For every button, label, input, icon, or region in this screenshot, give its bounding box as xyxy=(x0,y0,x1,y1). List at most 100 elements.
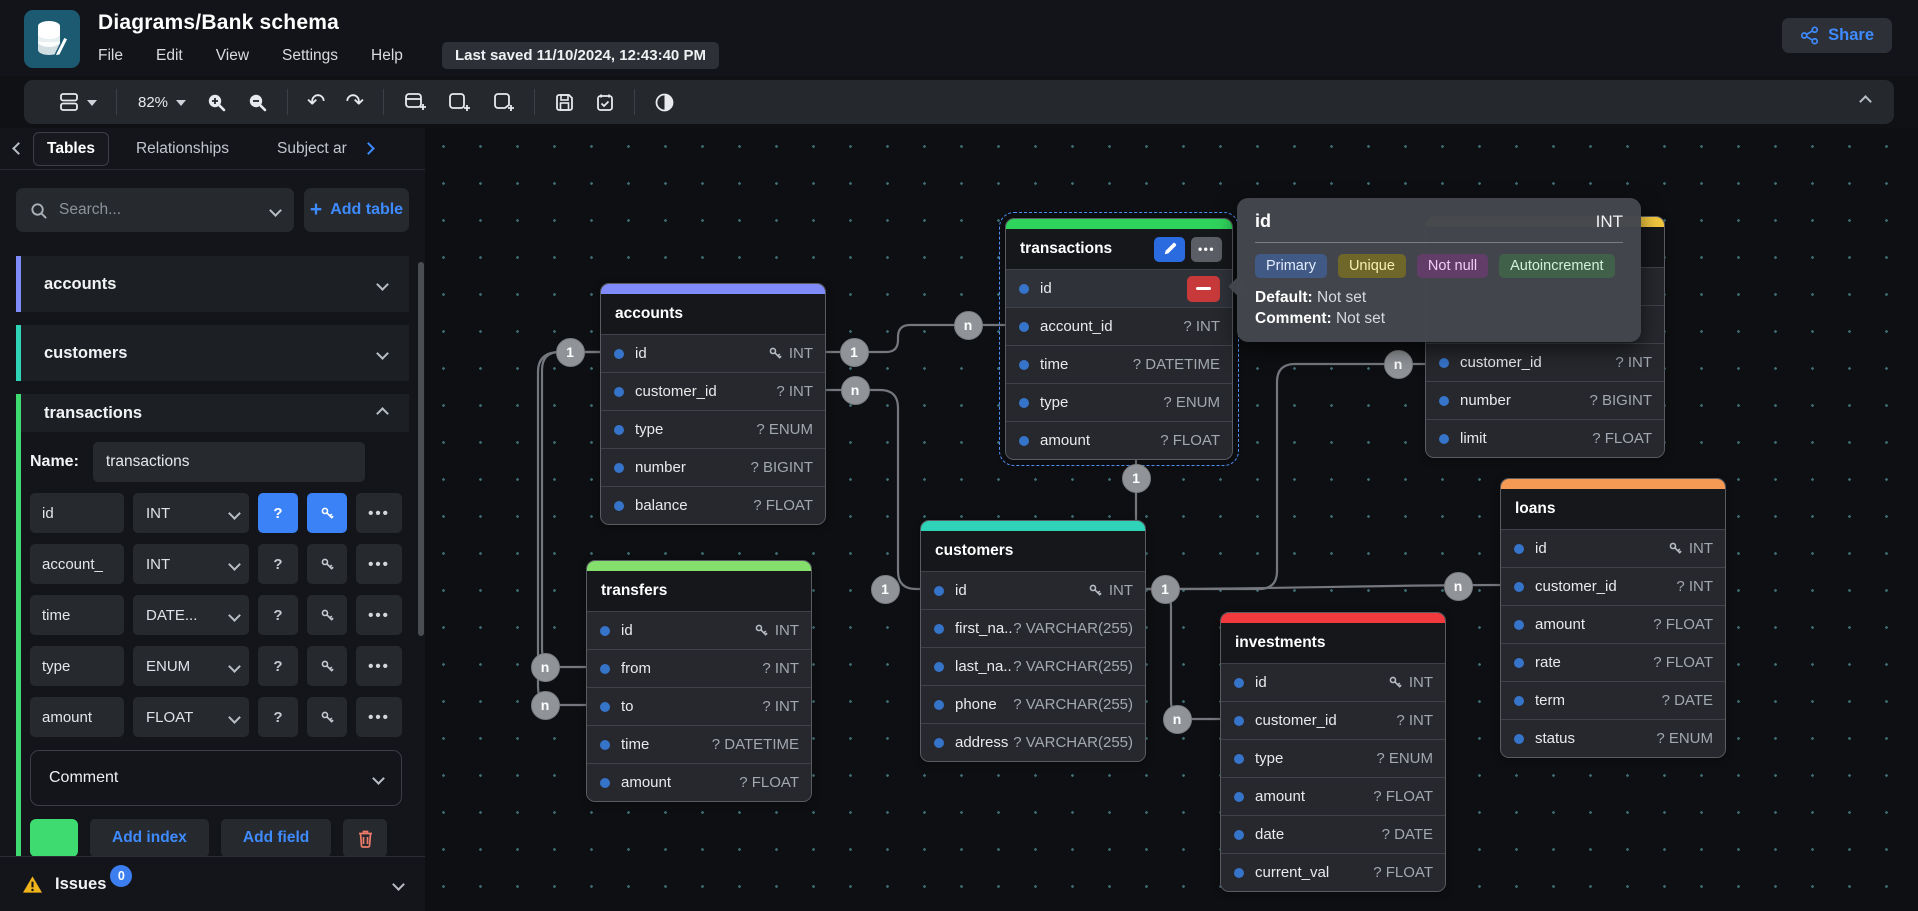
table-header[interactable]: customers xyxy=(921,531,1145,571)
toolbar-collapse-button[interactable] xyxy=(1861,93,1878,111)
issues-bar[interactable]: Issues 0 xyxy=(0,856,425,911)
field-key-button[interactable] xyxy=(307,697,347,737)
table-header[interactable]: transfers xyxy=(587,571,811,611)
canvas-table-investments[interactable]: investmentsid INTcustomer_id? INTtype? E… xyxy=(1220,612,1446,892)
menu-help[interactable]: Help xyxy=(371,47,403,65)
field-name-input[interactable]: type xyxy=(30,646,124,686)
field-more-button[interactable]: ••• xyxy=(356,595,402,635)
table-header[interactable]: accounts xyxy=(601,294,825,334)
zoom-level-button[interactable]: 82% xyxy=(131,90,191,115)
field-name-input[interactable]: time xyxy=(30,595,124,635)
chevron-up-icon[interactable] xyxy=(376,407,389,420)
sidebar-table-accounts[interactable]: accounts xyxy=(16,256,409,312)
table-field-rate[interactable]: rate? FLOAT xyxy=(1501,643,1725,681)
sidebar-table-transactions-header[interactable]: transactions xyxy=(16,394,409,432)
sidebar-scrollbar[interactable] xyxy=(418,262,424,636)
delete-table-button[interactable] xyxy=(343,819,387,856)
table-field-balance[interactable]: balance? FLOAT xyxy=(601,486,825,524)
tabs-scroll-right-icon[interactable] xyxy=(362,142,375,155)
diagram-canvas[interactable]: accountsid INTcustomer_id? INTtype? ENUM… xyxy=(425,128,1918,911)
table-field-to[interactable]: to? INT xyxy=(587,687,811,725)
table-field-term[interactable]: term? DATE xyxy=(1501,681,1725,719)
tab-subject-areas[interactable]: Subject ar xyxy=(264,133,360,165)
table-header[interactable]: loans xyxy=(1501,489,1725,529)
canvas-table-customers[interactable]: customersid INTfirst_na...? VARCHAR(255)… xyxy=(920,520,1146,762)
table-field-phone[interactable]: phone? VARCHAR(255) xyxy=(921,685,1145,723)
field-nullable-button[interactable]: ? xyxy=(258,646,298,686)
table-field-amount[interactable]: amount? FLOAT xyxy=(1501,605,1725,643)
field-nullable-button[interactable]: ? xyxy=(258,595,298,635)
add-table-button[interactable]: + Add table xyxy=(304,188,409,232)
table-search[interactable] xyxy=(16,188,294,232)
field-name-input[interactable]: account_ xyxy=(30,544,124,584)
field-type-select[interactable]: DATE... xyxy=(133,595,249,635)
table-field-address[interactable]: address? VARCHAR(255) xyxy=(921,723,1145,761)
field-type-select[interactable]: INT xyxy=(133,544,249,584)
save-button[interactable] xyxy=(549,88,580,117)
table-field-date[interactable]: date? DATE xyxy=(1221,815,1445,853)
field-key-button[interactable] xyxy=(307,544,347,584)
field-nullable-button[interactable]: ? xyxy=(258,493,298,533)
table-field-id[interactable]: id INT xyxy=(587,611,811,649)
table-field-customer_id[interactable]: customer_id? INT xyxy=(1501,567,1725,605)
canvas-table-accounts[interactable]: accountsid INTcustomer_id? INTtype? ENUM… xyxy=(600,283,826,525)
add-index-button[interactable]: Add index xyxy=(90,819,209,856)
table-field-current_val[interactable]: current_val? FLOAT xyxy=(1221,853,1445,891)
table-field-status[interactable]: status? ENUM xyxy=(1501,719,1725,757)
table-field-first_na...[interactable]: first_na...? VARCHAR(255) xyxy=(921,609,1145,647)
tabs-scroll-left-icon[interactable] xyxy=(12,142,25,155)
field-name-input[interactable]: id xyxy=(30,493,124,533)
todo-button[interactable] xyxy=(590,88,620,117)
undo-button[interactable]: ↶ xyxy=(302,87,330,117)
canvas-table-transfers[interactable]: transfersid INTfrom? INTto? INTtime? DAT… xyxy=(586,560,812,802)
chevron-down-icon[interactable] xyxy=(376,347,389,360)
field-type-select[interactable]: FLOAT xyxy=(133,697,249,737)
table-field-customer_id[interactable]: customer_id? INT xyxy=(1426,343,1664,381)
field-type-select[interactable]: ENUM xyxy=(133,646,249,686)
field-nullable-button[interactable]: ? xyxy=(258,697,298,737)
table-field-account_id[interactable]: account_id? INT xyxy=(1006,307,1232,345)
table-field-customer_id[interactable]: customer_id? INT xyxy=(601,372,825,410)
table-field-from[interactable]: from? INT xyxy=(587,649,811,687)
search-input[interactable] xyxy=(59,201,259,219)
field-nullable-button[interactable]: ? xyxy=(258,544,298,584)
sidebar-table-customers[interactable]: customers xyxy=(16,325,409,381)
table-field-amount[interactable]: amount? FLOAT xyxy=(587,763,811,801)
table-more-button[interactable]: ••• xyxy=(1191,237,1222,262)
comment-collapse[interactable]: Comment xyxy=(30,750,402,806)
table-field-id[interactable]: id INT xyxy=(1221,663,1445,701)
menu-settings[interactable]: Settings xyxy=(282,47,338,65)
add-field-button[interactable]: Add field xyxy=(221,819,331,856)
menu-file[interactable]: File xyxy=(98,47,123,65)
table-color-swatch[interactable] xyxy=(30,819,78,856)
table-field-customer_id[interactable]: customer_id? INT xyxy=(1221,701,1445,739)
canvas-table-transactions[interactable]: transactions•••idaccount_id? INTtime? DA… xyxy=(1005,218,1233,460)
menu-edit[interactable]: Edit xyxy=(156,47,183,65)
table-field-number[interactable]: number? BIGINT xyxy=(1426,381,1664,419)
table-header[interactable]: transactions••• xyxy=(1006,229,1232,269)
field-key-button[interactable] xyxy=(307,646,347,686)
add-note-button[interactable] xyxy=(486,87,520,117)
table-field-id[interactable]: id INT xyxy=(601,334,825,372)
field-key-button[interactable] xyxy=(307,595,347,635)
chevron-down-icon[interactable] xyxy=(269,204,282,217)
theme-toggle-button[interactable] xyxy=(649,88,680,117)
share-button[interactable]: Share xyxy=(1782,18,1892,53)
chevron-down-icon[interactable] xyxy=(376,278,389,291)
table-field-number[interactable]: number? BIGINT xyxy=(601,448,825,486)
table-field-last_na...[interactable]: last_na...? VARCHAR(255) xyxy=(921,647,1145,685)
table-field-id[interactable]: id INT xyxy=(921,571,1145,609)
table-field-time[interactable]: time? DATETIME xyxy=(1006,345,1232,383)
add-table-tool-button[interactable] xyxy=(398,87,432,117)
zoom-out-button[interactable] xyxy=(242,88,273,117)
redo-button[interactable]: ↷ xyxy=(340,87,368,117)
field-more-button[interactable]: ••• xyxy=(356,544,402,584)
field-more-button[interactable]: ••• xyxy=(356,646,402,686)
add-area-button[interactable] xyxy=(442,87,476,117)
delete-field-button[interactable] xyxy=(1187,276,1220,302)
layout-menu-button[interactable] xyxy=(54,88,102,116)
tab-relationships[interactable]: Relationships xyxy=(123,133,242,165)
table-field-limit[interactable]: limit? FLOAT xyxy=(1426,419,1664,457)
canvas-table-loans[interactable]: loansid INTcustomer_id? INTamount? FLOAT… xyxy=(1500,478,1726,758)
zoom-in-button[interactable] xyxy=(201,88,232,117)
